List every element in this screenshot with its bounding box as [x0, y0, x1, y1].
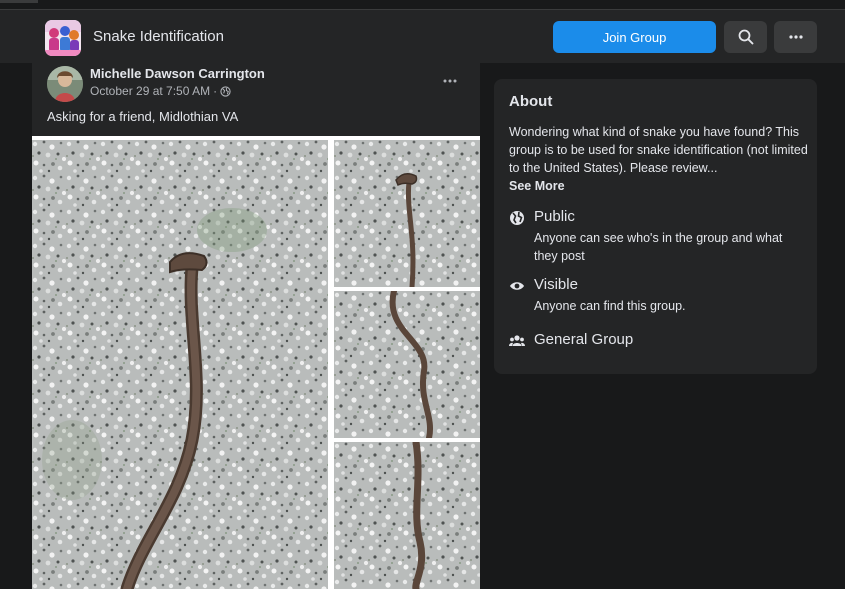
more-horizontal-icon — [443, 79, 457, 83]
about-item-title: Public — [534, 208, 575, 225]
more-horizontal-icon — [788, 35, 803, 39]
about-item-visible: Visible Anyone can find this group. — [509, 276, 809, 316]
about-title: About — [509, 93, 553, 110]
about-item-subtitle: Anyone can see who's in the group and wh… — [534, 231, 783, 263]
photo-grid — [32, 136, 480, 589]
photo-thumb-3[interactable] — [334, 442, 480, 589]
about-item-title: General Group — [534, 331, 634, 348]
group-cover-thumbnail[interactable] — [45, 20, 81, 56]
post-meta: October 29 at 7:50 AM · — [90, 84, 231, 98]
photo-main[interactable] — [32, 140, 328, 589]
about-description-text: Wondering what kind of snake you have fo… — [509, 125, 808, 175]
join-group-button[interactable]: Join Group — [553, 21, 716, 53]
about-item-subtitle: Anyone can find this group. — [534, 299, 686, 313]
about-item-general-group: General Group — [509, 331, 809, 353]
more-options-button[interactable] — [774, 21, 817, 53]
search-icon — [738, 29, 753, 45]
post-actions-button[interactable] — [438, 69, 462, 93]
post-timestamp[interactable]: October 29 at 7:50 AM — [90, 84, 210, 98]
post-card: Michelle Dawson Carrington October 29 at… — [32, 63, 480, 589]
group-header: Snake Identification Join Group — [0, 9, 845, 63]
about-item-title: Visible — [534, 276, 578, 293]
people-icon — [509, 335, 525, 346]
photo-thumb-2[interactable] — [334, 291, 480, 438]
group-title[interactable]: Snake Identification — [93, 28, 224, 45]
about-item-public: Public Anyone can see who's in the group… — [509, 208, 809, 268]
about-description: Wondering what kind of snake you have fo… — [509, 123, 809, 195]
about-card: About Wondering what kind of snake you h… — [494, 79, 817, 374]
globe-icon — [220, 85, 231, 97]
post-text: Asking for a friend, Midlothian VA — [47, 109, 239, 124]
photo-thumb-1[interactable] — [334, 140, 480, 287]
see-more-link[interactable]: See More — [509, 177, 809, 195]
author-avatar[interactable] — [47, 66, 83, 102]
post-author[interactable]: Michelle Dawson Carrington — [90, 66, 265, 81]
eye-icon — [510, 282, 524, 290]
tab-edge — [0, 0, 38, 3]
browser-top-strip — [0, 0, 845, 9]
meta-separator: · — [213, 84, 218, 98]
search-button[interactable] — [724, 21, 767, 53]
globe-icon — [510, 211, 524, 225]
